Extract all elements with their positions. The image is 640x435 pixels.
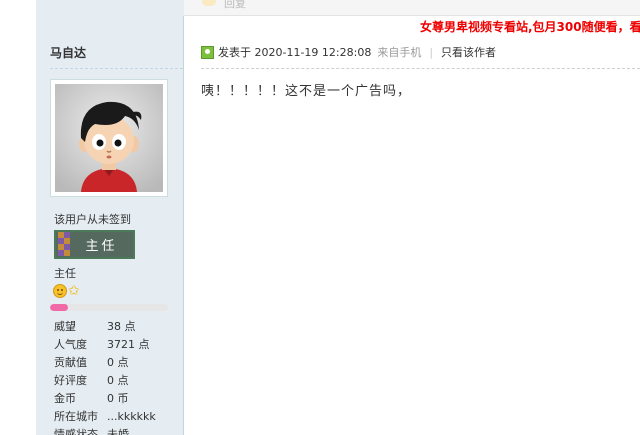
stat-row: 情感状态 未婚	[54, 426, 156, 435]
stat-label: 好评度	[54, 374, 87, 387]
stat-label: 贡献值	[54, 356, 87, 369]
author-sidebar: 马自达 该用户从未签到 主任 主任 ✩ 威望 38 点 人气度 3721 点 贡…	[36, 16, 184, 435]
medals: ✩	[53, 284, 80, 298]
only-author-link[interactable]: 只看该作者	[441, 44, 496, 60]
post-body: 咦！！！！！这不是一个广告吗，	[201, 84, 412, 99]
post-timestamp: 发表于 2020-11-19 12:28:08	[218, 46, 372, 59]
user-stats: 威望 38 点 人气度 3721 点 贡献值 0 点 好评度 0 点 金币 0 …	[54, 318, 156, 435]
meta-separator: |	[429, 45, 434, 59]
stat-label: 所在城市	[54, 410, 98, 423]
username-divider	[50, 68, 183, 69]
stat-value: 0 点	[107, 356, 129, 369]
rank-badge-label: 主任	[85, 239, 118, 254]
page-left-margin	[0, 0, 36, 435]
stat-value: 未婚	[107, 428, 129, 435]
previous-post-sidebar-strip	[36, 0, 184, 16]
avatar[interactable]	[50, 79, 168, 197]
post-meta: 发表于 2020-11-19 12:28:08 来自手机 | 只看该作者	[201, 44, 496, 60]
avatar-cartoon-icon	[55, 84, 163, 192]
stat-row: 贡献值 0 点	[54, 354, 156, 372]
reply-bubble-icon[interactable]	[202, 0, 216, 6]
avatar-image	[55, 84, 163, 192]
reply-link[interactable]: 回复	[224, 0, 246, 11]
stat-label: 人气度	[54, 338, 87, 351]
star-medal-icon[interactable]: ✩	[68, 284, 80, 298]
author-username[interactable]: 马自达	[50, 44, 86, 61]
stat-value: 0 币	[107, 392, 129, 405]
stat-row: 人气度 3721 点	[54, 336, 156, 354]
rank-grid-icon	[58, 232, 70, 257]
stat-label: 金币	[54, 392, 76, 405]
post-device: 来自手机	[377, 46, 422, 59]
stat-label: 威望	[54, 320, 76, 333]
user-rank: 主任	[54, 267, 76, 280]
post-meta-icon	[201, 45, 214, 59]
stat-value: 0 点	[107, 374, 129, 387]
post-divider	[201, 68, 640, 69]
stat-row: 金币 0 币	[54, 390, 156, 408]
signin-status: 该用户从未签到	[54, 213, 131, 226]
credit-progress-fill	[50, 304, 68, 311]
ad-banner-link[interactable]: 女尊男卑视频专看站,包月300随便看，看	[420, 18, 640, 35]
rank-badge: 主任	[54, 230, 135, 259]
stat-value: ...kkkkkk	[107, 410, 156, 423]
stat-row: 好评度 0 点	[54, 372, 156, 390]
credit-progress-bar	[50, 304, 168, 311]
previous-post-footer: 回复	[184, 0, 640, 16]
smiley-medal-icon[interactable]	[53, 284, 67, 298]
post-content-area: 女尊男卑视频专看站,包月300随便看，看 发表于 2020-11-19 12:2…	[184, 16, 640, 435]
stat-label: 情感状态	[54, 428, 98, 435]
stat-row: 所在城市 ...kkkkkk	[54, 408, 156, 426]
stat-row: 威望 38 点	[54, 318, 156, 336]
stat-value: 3721 点	[107, 338, 150, 351]
stat-value: 38 点	[107, 320, 136, 333]
